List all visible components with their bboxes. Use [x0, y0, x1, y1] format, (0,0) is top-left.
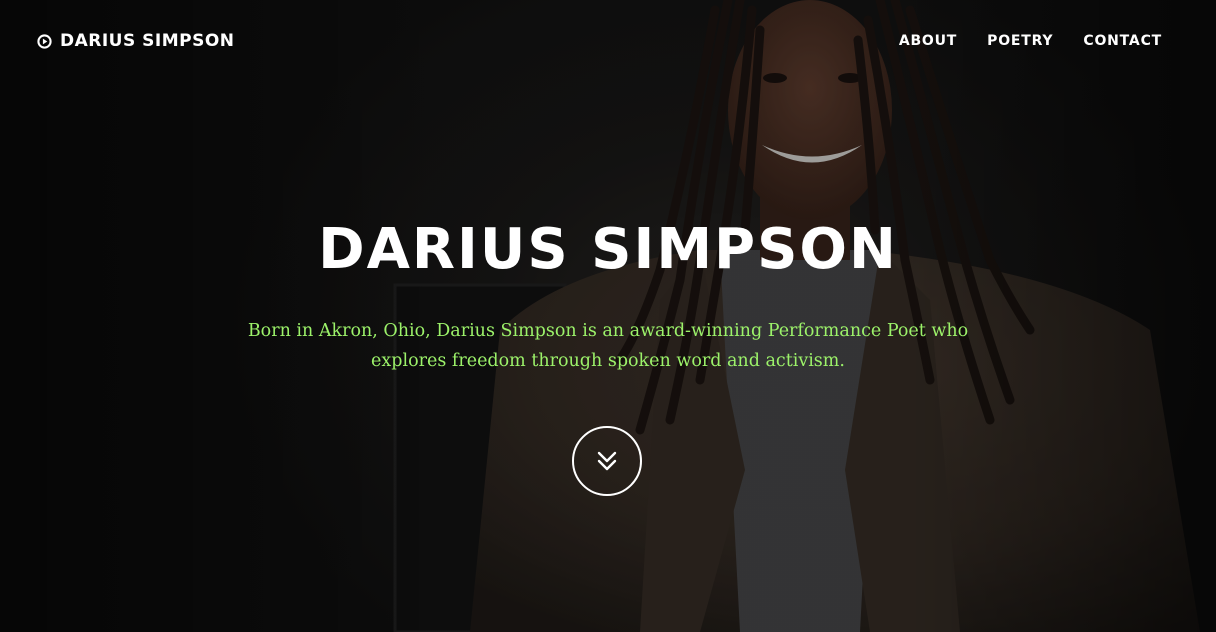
nav-menu: ABOUT POETRY CONTACT [899, 33, 1162, 49]
brand-link[interactable]: DARIUS SIMPSON [37, 31, 235, 51]
nav-link-poetry[interactable]: POETRY [987, 33, 1053, 49]
scroll-down-button[interactable] [572, 426, 642, 496]
nav-link-about[interactable]: ABOUT [899, 33, 957, 49]
top-navigation: DARIUS SIMPSON ABOUT POETRY CONTACT [0, 0, 1216, 84]
hero-tagline: Born in Akron, Ohio, Darius Simpson is a… [247, 321, 969, 371]
play-circle-icon [37, 33, 52, 49]
double-chevron-down-icon [597, 451, 617, 471]
hero-title: DARIUS SIMPSON [318, 217, 898, 282]
hero-section: DARIUS SIMPSON ABOUT POETRY CONTACT DARI… [0, 0, 1216, 632]
brand-name: DARIUS SIMPSON [60, 31, 235, 51]
nav-link-contact[interactable]: CONTACT [1083, 33, 1162, 49]
